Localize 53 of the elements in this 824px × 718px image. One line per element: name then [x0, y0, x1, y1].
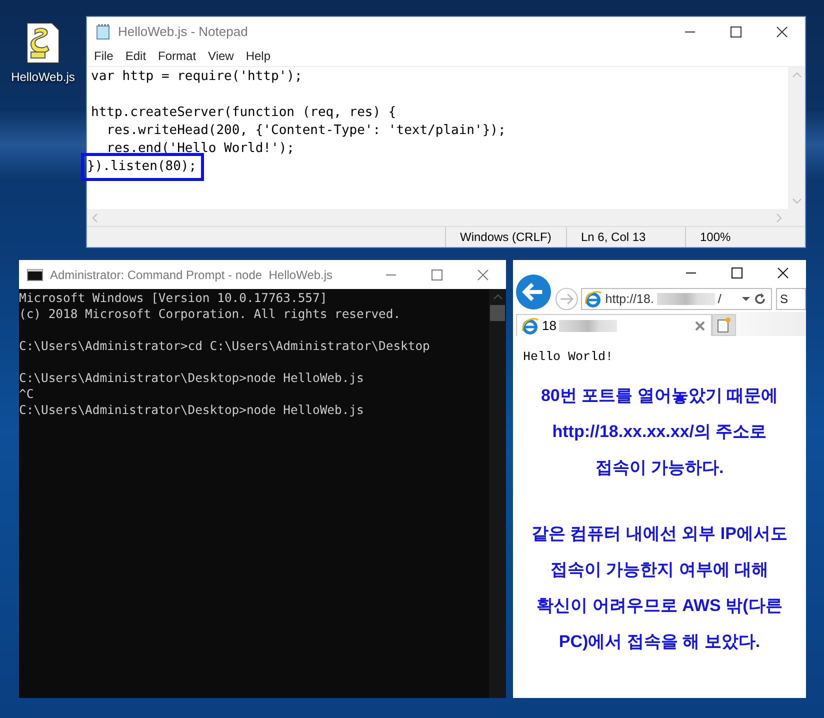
code-line: var http = require('http'); [91, 68, 302, 86]
code-line: res.end('Hello World!'); [106, 140, 294, 158]
annotation-text: 같은 컴퓨터 내에선 외부 IP에서도 [530, 523, 788, 545]
page-text: Hello World! [522, 350, 614, 364]
refresh-icon[interactable] [753, 292, 767, 306]
annotation-text: 확신이 어려우므로 AWS 밖(다른 [536, 595, 784, 617]
scrollbar-thumb[interactable] [490, 305, 505, 321]
console-line: C:\Users\Administrator>cd C:\Users\Administrator\Desktop [19, 339, 430, 353]
menu-item[interactable]: File [88, 49, 120, 63]
notepad-icon [95, 24, 111, 40]
console-line: C:\Users\Administrator\Desktop>node HelloWeb.js [19, 403, 364, 417]
close-button[interactable] [777, 267, 789, 279]
annotation-text: 80번 포트를 열어놓았기 때문에 [540, 385, 780, 407]
menu-item[interactable]: Format [152, 49, 202, 63]
window-title: HelloWeb.js - Notepad [118, 24, 248, 39]
close-icon[interactable] [695, 320, 705, 330]
menu-item[interactable]: View [202, 49, 240, 63]
vertical-scrollbar[interactable] [489, 289, 506, 698]
redacted-blur [559, 320, 618, 332]
annotation-text: 접속이 가능한지 여부에 대해 [549, 559, 770, 581]
search-field[interactable]: S [776, 288, 806, 310]
code-line: http.createServer(function (req, res) { [91, 104, 396, 122]
maximize-button[interactable] [730, 26, 742, 38]
highlighted-code-line: }).listen(80); [84, 156, 201, 178]
ie-logo-icon [521, 316, 539, 334]
console-icon [27, 268, 43, 280]
annotation-text: PC)에서 접속을 해 보았다. [558, 631, 762, 653]
close-button[interactable] [776, 26, 788, 38]
ie-logo-icon [584, 290, 602, 308]
console-line: (c) 2018 Microsoft Corporation. All rights reserved. [19, 307, 401, 321]
file-name[interactable]: HelloWeb.js [11, 70, 75, 84]
console-line: ^C [19, 387, 34, 401]
menu-item[interactable]: Help [240, 49, 277, 63]
back-button[interactable] [515, 273, 552, 311]
status-text: 100% [699, 229, 732, 246]
text-editor[interactable]: var http = require('http'); http.createServer(function (req, res) { res.writeHead(200, {'Content-Type': 'text/plain'}); res.end('Hello World!'); }).listen(80); [87, 67, 788, 209]
script-file-icon[interactable] [25, 22, 61, 64]
new-tab-icon [717, 317, 731, 333]
redacted-blur [656, 293, 715, 305]
console-line: Microsoft Windows [Version 10.0.17763.557] [19, 291, 328, 305]
console-line: C:\Users\Administrator\Desktop>node HelloWeb.js [19, 371, 364, 385]
annotation-text: 접속이 가능하다. [594, 457, 725, 479]
new-tab-button[interactable] [712, 314, 736, 336]
address-bar[interactable]: http://18. / [581, 288, 772, 310]
maximize-button[interactable] [731, 267, 743, 279]
browser-tab[interactable]: 18 [516, 314, 712, 336]
menu-item[interactable]: Edit [119, 49, 152, 63]
annotation-text: http://18.xx.xx.xx/의 주소로 [551, 421, 768, 443]
code-line: res.writeHead(200, {'Content-Type': 'text/plain'}); [106, 122, 506, 140]
dropdown-arrow-icon[interactable] [742, 296, 750, 302]
window-title: Administrator: Command Prompt - node HelloWeb.js [50, 268, 333, 282]
status-text: Ln 6, Col 13 [567, 227, 686, 247]
status-text: Windows (CRLF) [446, 227, 567, 247]
